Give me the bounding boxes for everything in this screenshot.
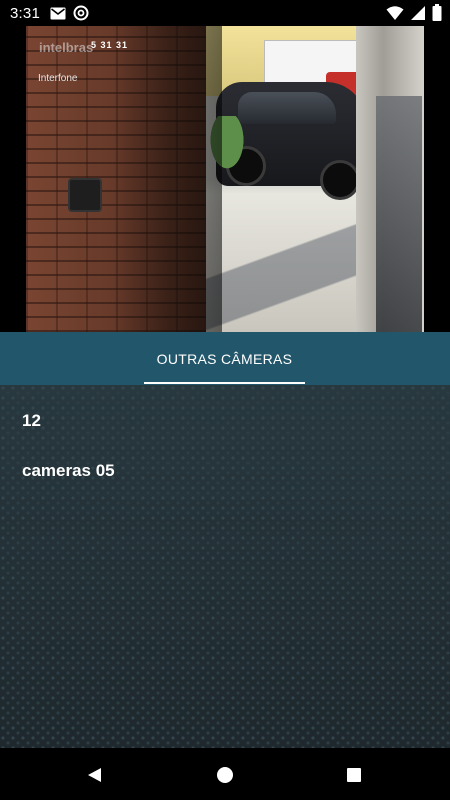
camera-list: 12 cameras 05 (0, 385, 450, 748)
wall-shadow (112, 26, 222, 332)
battery-icon (432, 4, 442, 21)
navigation-bar (0, 748, 450, 800)
back-button[interactable] (84, 764, 106, 786)
system-icons (386, 4, 442, 21)
tab-selected-indicator (144, 382, 305, 384)
gmail-icon (50, 7, 66, 19)
car-window (238, 92, 336, 124)
tab-outras-cameras[interactable]: OUTRAS CÂMERAS (144, 332, 305, 385)
tab-bar: OUTRAS CÂMERAS (0, 332, 450, 385)
car-wheel (320, 160, 360, 200)
list-item[interactable]: 12 (22, 411, 41, 431)
intercom-device (68, 178, 102, 212)
wifi-icon (386, 5, 404, 20)
recents-button[interactable] (343, 764, 365, 786)
camera-brand-watermark: intelbras (39, 40, 94, 55)
camera-view[interactable]: intelbras 5 31 31 Interfone (0, 26, 450, 332)
status-bar: 3:31 (0, 0, 450, 26)
list-item[interactable]: cameras 05 (22, 461, 115, 481)
recents-icon (347, 768, 361, 782)
notification-icons (50, 5, 89, 21)
status-time: 3:31 (10, 4, 40, 22)
home-button[interactable] (214, 764, 236, 786)
wall-poster (376, 96, 422, 332)
camera-feed-image (26, 26, 424, 332)
home-icon (217, 767, 233, 783)
signal-icon (411, 5, 425, 20)
back-icon (88, 768, 101, 782)
at-sign-icon (73, 5, 89, 21)
camera-timestamp: 5 31 31 (91, 40, 129, 50)
camera-label: Interfone (38, 73, 78, 84)
